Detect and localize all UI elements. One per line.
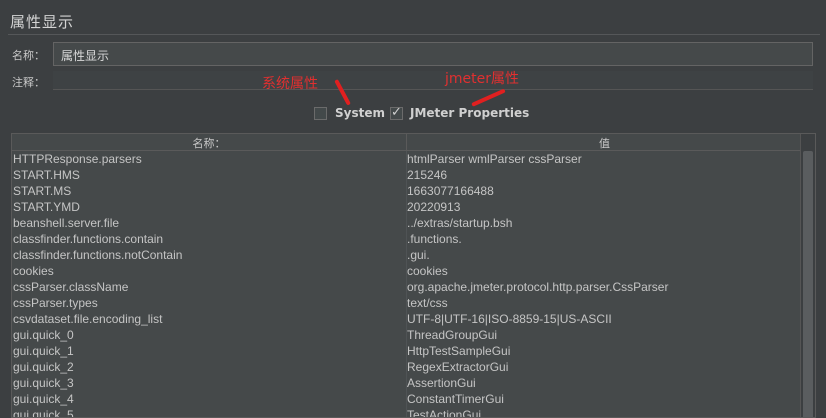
property-value-cell[interactable]: ThreadGroupGui [407,327,797,343]
name-label: 名称： [12,49,45,62]
property-value-cell[interactable]: RegexExtractorGui [407,359,797,375]
column-header-name[interactable]: 名称： [12,135,406,150]
properties-table: 名称： 值 HTTPResponse.parsers htmlParser wml… [11,133,816,418]
table-row[interactable]: cookies cookies [12,263,802,279]
jmeter-properties-checkbox[interactable]: ✓ [390,105,403,120]
property-name-cell[interactable]: START.HMS [13,167,403,183]
table-row[interactable]: csvdataset.file.encoding_list UTF-8|UTF-1… [12,311,802,327]
table-body: HTTPResponse.parsers htmlParser wmlParser… [12,151,802,417]
property-name-cell[interactable]: START.MS [13,183,403,199]
property-value-cell[interactable]: ConstantTimerGui [407,391,797,407]
table-row[interactable]: gui.quick_1 HttpTestSampleGui [12,343,802,359]
system-checkbox[interactable] [314,107,327,120]
table-row[interactable]: beanshell.server.file ../extras/startup.b… [12,215,802,231]
property-name-cell[interactable]: cssParser.className [13,279,403,295]
property-name-cell[interactable]: gui.quick_3 [13,375,403,391]
comment-row: 注释： [8,71,818,91]
property-value-cell[interactable]: htmlParser wmlParser cssParser [407,151,797,167]
property-value-cell[interactable]: 20220913 [407,199,797,215]
name-field[interactable]: 属性显示 [53,42,813,66]
scrollbar-thumb[interactable] [803,151,813,417]
table-row[interactable]: START.YMD 20220913 [12,199,802,215]
property-name-cell[interactable]: gui.quick_5 [13,407,403,417]
name-row: 名称： 属性显示 [8,40,818,70]
table-row[interactable]: cssParser.className org.apache.jmeter.pro… [12,279,802,295]
table-row[interactable]: classfinder.functions.contain .functions. [12,231,802,247]
table-row[interactable]: gui.quick_2 RegexExtractorGui [12,359,802,375]
property-name-cell[interactable]: START.YMD [13,199,403,215]
table-row[interactable]: gui.quick_4 ConstantTimerGui [12,391,802,407]
property-name-cell[interactable]: cookies [13,263,403,279]
property-name-cell[interactable]: classfinder.functions.contain [13,231,403,247]
table-header: 名称： 值 [12,134,802,151]
property-value-cell[interactable]: org.apache.jmeter.protocol.http.parser.C… [407,279,797,295]
page-title: 属性显示 [10,13,75,31]
table-row[interactable]: START.MS 1663077166488 [12,183,802,199]
table-row[interactable]: HTTPResponse.parsers htmlParser wmlParser… [12,151,802,167]
property-name-cell[interactable]: gui.quick_2 [13,359,403,375]
property-name-cell[interactable]: gui.quick_4 [13,391,403,407]
property-value-cell[interactable]: HttpTestSampleGui [407,343,797,359]
property-name-cell[interactable]: beanshell.server.file [13,215,403,231]
vertical-scrollbar[interactable] [800,134,815,417]
property-name-cell[interactable]: csvdataset.file.encoding_list [13,311,403,327]
property-value-cell[interactable]: TestActionGui [407,407,797,417]
property-value-cell[interactable]: ../extras/startup.bsh [407,215,797,231]
property-value-cell[interactable]: .gui. [407,247,797,263]
property-name-cell[interactable]: HTTPResponse.parsers [13,151,403,167]
comment-label: 注释： [12,76,45,89]
annotation-system-properties: 系统属性 [262,76,318,92]
annotation-jmeter-properties: jmeter属性 [445,71,519,87]
property-value-cell[interactable]: 215246 [407,167,797,183]
property-value-cell[interactable]: cookies [407,263,797,279]
jmeter-properties-checkbox-label[interactable]: JMeter Properties [410,106,529,120]
table-row[interactable]: gui.quick_3 AssertionGui [12,375,802,391]
system-checkbox-label[interactable]: System [335,106,385,120]
property-value-cell[interactable]: .functions. [407,231,797,247]
property-value-cell[interactable]: text/css [407,295,797,311]
table-row[interactable]: gui.quick_0 ThreadGroupGui [12,327,802,343]
annotation-arrow-jmeter [471,88,506,107]
table-row[interactable]: START.HMS 215246 [12,167,802,183]
table-row[interactable]: classfinder.functions.notContain .gui. [12,247,802,263]
property-name-cell[interactable]: cssParser.types [13,295,403,311]
column-header-value[interactable]: 值 [407,135,802,150]
divider [8,34,820,35]
property-name-cell[interactable]: gui.quick_0 [13,327,403,343]
comment-field[interactable] [53,71,813,90]
checkmark-icon: ✓ [391,105,402,120]
property-value-cell[interactable]: UTF-8|UTF-16|ISO-8859-15|US-ASCII [407,311,797,327]
property-value-cell[interactable]: 1663077166488 [407,183,797,199]
table-row[interactable]: gui.quick_5 TestActionGui [12,407,802,417]
property-name-cell[interactable]: classfinder.functions.notContain [13,247,403,263]
property-value-cell[interactable]: AssertionGui [407,375,797,391]
table-row[interactable]: cssParser.types text/css [12,295,802,311]
property-name-cell[interactable]: gui.quick_1 [13,343,403,359]
